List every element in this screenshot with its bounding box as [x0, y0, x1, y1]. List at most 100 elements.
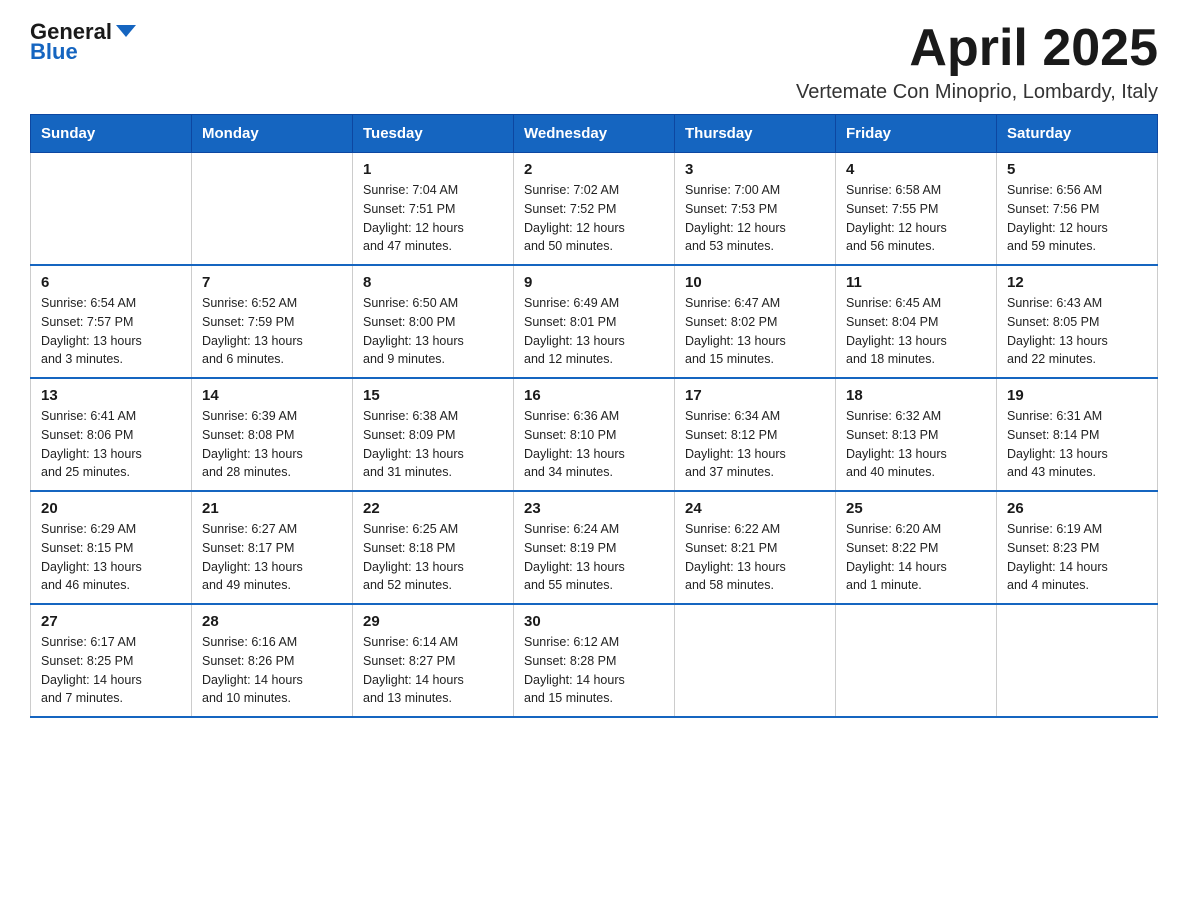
- calendar-cell: 29 Sunrise: 6:14 AM Sunset: 8:27 PM Dayli…: [353, 604, 514, 717]
- day-number: 28: [202, 613, 342, 630]
- day-info: Sunrise: 6:39 AM Sunset: 8:08 PM Dayligh…: [202, 407, 342, 482]
- calendar-cell: 12 Sunrise: 6:43 AM Sunset: 8:05 PM Dayli…: [997, 265, 1158, 378]
- day-info: Sunrise: 6:22 AM Sunset: 8:21 PM Dayligh…: [685, 520, 825, 595]
- calendar-cell: 22Sunrise: 6:25 AM Sunset: 8:18 PM Dayli…: [353, 491, 514, 604]
- location-subtitle: Vertemate Con Minoprio, Lombardy, Italy: [796, 81, 1158, 104]
- calendar-cell: 10 Sunrise: 6:47 AM Sunset: 8:02 PM Dayli…: [675, 265, 836, 378]
- day-number: 25: [846, 500, 986, 517]
- day-number: 16: [524, 387, 664, 404]
- calendar-cell: 25 Sunrise: 6:20 AM Sunset: 8:22 PM Dayli…: [836, 491, 997, 604]
- calendar-cell: 18Sunrise: 6:32 AM Sunset: 8:13 PM Dayli…: [836, 378, 997, 491]
- day-info: Sunrise: 6:19 AM Sunset: 8:23 PM Dayligh…: [1007, 520, 1147, 595]
- calendar-cell: [997, 604, 1158, 717]
- day-number: 17: [685, 387, 825, 404]
- day-number: 9: [524, 274, 664, 291]
- weekday-header-tuesday: Tuesday: [353, 115, 514, 153]
- calendar-cell: 19 Sunrise: 6:31 AM Sunset: 8:14 PM Dayli…: [997, 378, 1158, 491]
- calendar-cell: 4 Sunrise: 6:58 AM Sunset: 7:55 PM Daylig…: [836, 153, 997, 266]
- calendar-cell: 20Sunrise: 6:29 AM Sunset: 8:15 PM Dayli…: [31, 491, 192, 604]
- day-info: Sunrise: 6:24 AM Sunset: 8:19 PM Dayligh…: [524, 520, 664, 595]
- day-number: 23: [524, 500, 664, 517]
- weekday-header-saturday: Saturday: [997, 115, 1158, 153]
- calendar-cell: 11 Sunrise: 6:45 AM Sunset: 8:04 PM Dayli…: [836, 265, 997, 378]
- day-info: Sunrise: 6:25 AM Sunset: 8:18 PM Dayligh…: [363, 520, 503, 595]
- day-info: Sunrise: 6:20 AM Sunset: 8:22 PM Dayligh…: [846, 520, 986, 595]
- day-number: 1: [363, 161, 503, 178]
- day-number: 4: [846, 161, 986, 178]
- day-number: 10: [685, 274, 825, 291]
- calendar-cell: 21 Sunrise: 6:27 AM Sunset: 8:17 PM Dayli…: [192, 491, 353, 604]
- calendar-cell: 16 Sunrise: 6:36 AM Sunset: 8:10 PM Dayli…: [514, 378, 675, 491]
- weekday-header-friday: Friday: [836, 115, 997, 153]
- calendar-cell: 24 Sunrise: 6:22 AM Sunset: 8:21 PM Dayli…: [675, 491, 836, 604]
- day-number: 24: [685, 500, 825, 517]
- calendar-cell: 30Sunrise: 6:12 AM Sunset: 8:28 PM Dayli…: [514, 604, 675, 717]
- day-info: Sunrise: 6:36 AM Sunset: 8:10 PM Dayligh…: [524, 407, 664, 482]
- calendar-cell: 6Sunrise: 6:54 AM Sunset: 7:57 PM Daylig…: [31, 265, 192, 378]
- day-number: 15: [363, 387, 503, 404]
- weekday-header-thursday: Thursday: [675, 115, 836, 153]
- calendar-cell: [192, 153, 353, 266]
- page-header: General Blue April 2025 Vertemate Con Mi…: [30, 20, 1158, 104]
- day-info: Sunrise: 6:45 AM Sunset: 8:04 PM Dayligh…: [846, 294, 986, 369]
- day-info: Sunrise: 6:27 AM Sunset: 8:17 PM Dayligh…: [202, 520, 342, 595]
- weekday-row: SundayMondayTuesdayWednesdayThursdayFrid…: [31, 115, 1158, 153]
- calendar-cell: 26 Sunrise: 6:19 AM Sunset: 8:23 PM Dayli…: [997, 491, 1158, 604]
- day-number: 8: [363, 274, 503, 291]
- calendar-cell: 2 Sunrise: 7:02 AM Sunset: 7:52 PM Daylig…: [514, 153, 675, 266]
- day-info: Sunrise: 6:34 AM Sunset: 8:12 PM Dayligh…: [685, 407, 825, 482]
- day-info: Sunrise: 6:29 AM Sunset: 8:15 PM Dayligh…: [41, 520, 181, 595]
- calendar-cell: 1 Sunrise: 7:04 AM Sunset: 7:51 PM Daylig…: [353, 153, 514, 266]
- week-row-1: 1 Sunrise: 7:04 AM Sunset: 7:51 PM Daylig…: [31, 153, 1158, 266]
- calendar-cell: 3Sunrise: 7:00 AM Sunset: 7:53 PM Daylig…: [675, 153, 836, 266]
- day-info: Sunrise: 7:04 AM Sunset: 7:51 PM Dayligh…: [363, 181, 503, 256]
- day-number: 13: [41, 387, 181, 404]
- calendar-cell: 8Sunrise: 6:50 AM Sunset: 8:00 PM Daylig…: [353, 265, 514, 378]
- calendar-cell: 5 Sunrise: 6:56 AM Sunset: 7:56 PM Daylig…: [997, 153, 1158, 266]
- day-number: 30: [524, 613, 664, 630]
- calendar-body: 1 Sunrise: 7:04 AM Sunset: 7:51 PM Daylig…: [31, 153, 1158, 718]
- weekday-header-wednesday: Wednesday: [514, 115, 675, 153]
- calendar-cell: 7Sunrise: 6:52 AM Sunset: 7:59 PM Daylig…: [192, 265, 353, 378]
- day-info: Sunrise: 6:56 AM Sunset: 7:56 PM Dayligh…: [1007, 181, 1147, 256]
- day-number: 14: [202, 387, 342, 404]
- day-number: 2: [524, 161, 664, 178]
- day-number: 19: [1007, 387, 1147, 404]
- day-number: 7: [202, 274, 342, 291]
- logo-text-blue: Blue: [30, 40, 78, 64]
- calendar-cell: [836, 604, 997, 717]
- calendar-cell: 17 Sunrise: 6:34 AM Sunset: 8:12 PM Dayli…: [675, 378, 836, 491]
- week-row-5: 27Sunrise: 6:17 AM Sunset: 8:25 PM Dayli…: [31, 604, 1158, 717]
- calendar-cell: 13 Sunrise: 6:41 AM Sunset: 8:06 PM Dayli…: [31, 378, 192, 491]
- day-info: Sunrise: 6:47 AM Sunset: 8:02 PM Dayligh…: [685, 294, 825, 369]
- day-number: 6: [41, 274, 181, 291]
- week-row-2: 6Sunrise: 6:54 AM Sunset: 7:57 PM Daylig…: [31, 265, 1158, 378]
- day-number: 11: [846, 274, 986, 291]
- day-info: Sunrise: 6:14 AM Sunset: 8:27 PM Dayligh…: [363, 633, 503, 708]
- week-row-3: 13 Sunrise: 6:41 AM Sunset: 8:06 PM Dayli…: [31, 378, 1158, 491]
- weekday-header-sunday: Sunday: [31, 115, 192, 153]
- logo-arrow-icon: [114, 19, 138, 43]
- day-info: Sunrise: 6:17 AM Sunset: 8:25 PM Dayligh…: [41, 633, 181, 708]
- calendar-table: SundayMondayTuesdayWednesdayThursdayFrid…: [30, 114, 1158, 718]
- day-info: Sunrise: 6:43 AM Sunset: 8:05 PM Dayligh…: [1007, 294, 1147, 369]
- day-info: Sunrise: 6:58 AM Sunset: 7:55 PM Dayligh…: [846, 181, 986, 256]
- day-number: 5: [1007, 161, 1147, 178]
- day-number: 26: [1007, 500, 1147, 517]
- calendar-cell: 15Sunrise: 6:38 AM Sunset: 8:09 PM Dayli…: [353, 378, 514, 491]
- calendar-cell: 9Sunrise: 6:49 AM Sunset: 8:01 PM Daylig…: [514, 265, 675, 378]
- title-section: April 2025 Vertemate Con Minoprio, Lomba…: [796, 20, 1158, 104]
- day-number: 21: [202, 500, 342, 517]
- day-number: 29: [363, 613, 503, 630]
- day-info: Sunrise: 7:02 AM Sunset: 7:52 PM Dayligh…: [524, 181, 664, 256]
- calendar-cell: [31, 153, 192, 266]
- day-info: Sunrise: 6:31 AM Sunset: 8:14 PM Dayligh…: [1007, 407, 1147, 482]
- calendar-cell: 23 Sunrise: 6:24 AM Sunset: 8:19 PM Dayli…: [514, 491, 675, 604]
- day-info: Sunrise: 6:41 AM Sunset: 8:06 PM Dayligh…: [41, 407, 181, 482]
- day-number: 12: [1007, 274, 1147, 291]
- month-title: April 2025: [796, 20, 1158, 77]
- weekday-header-monday: Monday: [192, 115, 353, 153]
- week-row-4: 20Sunrise: 6:29 AM Sunset: 8:15 PM Dayli…: [31, 491, 1158, 604]
- calendar-cell: 14 Sunrise: 6:39 AM Sunset: 8:08 PM Dayli…: [192, 378, 353, 491]
- calendar-header: SundayMondayTuesdayWednesdayThursdayFrid…: [31, 115, 1158, 153]
